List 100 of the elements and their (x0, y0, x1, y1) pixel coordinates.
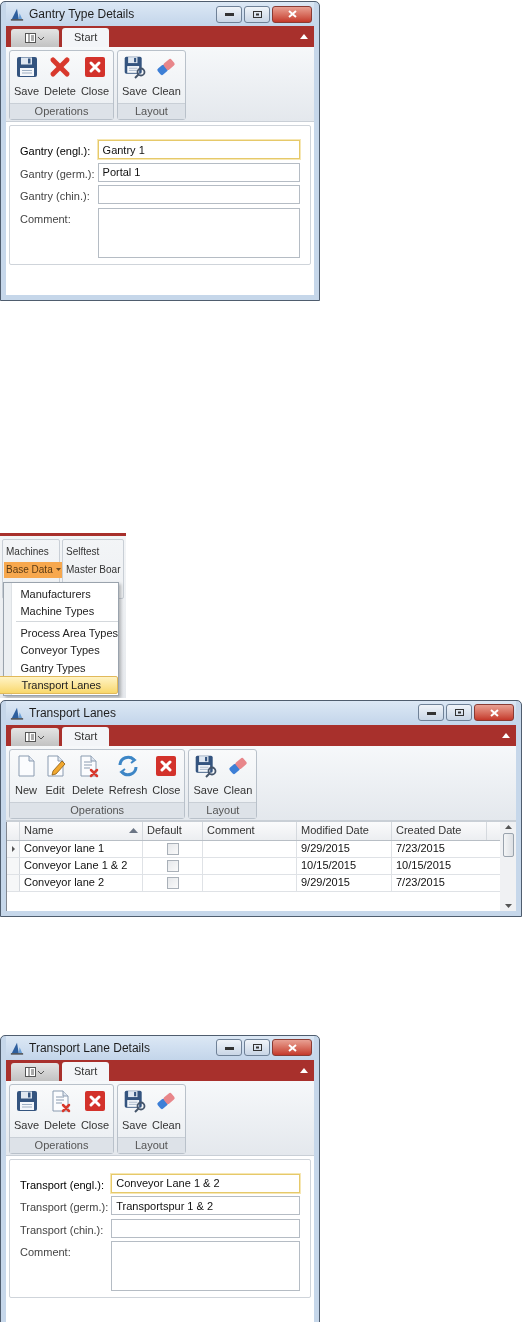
text-field[interactable]: Gantry 1 (97, 140, 300, 159)
field-label: Gantry (germ.): (20, 166, 95, 182)
new-button[interactable]: New (12, 753, 40, 802)
text-field[interactable]: Conveyor Lane 1 & 2 (111, 1173, 300, 1193)
window-title: Transport Lanes (29, 704, 116, 722)
comment-field[interactable] (111, 1241, 300, 1291)
field-label: Gantry (engl.): (20, 144, 92, 159)
delete-document-button[interactable]: Delete (70, 753, 106, 802)
table-cell-text: Conveyor Lane 1 & 2 (24, 858, 128, 874)
table-cell-text: 9/29/2015 (301, 875, 350, 891)
ribbon-tab[interactable]: Start (62, 28, 110, 47)
maximize-icon (454, 709, 464, 716)
close-button[interactable]: Close (150, 753, 183, 802)
field-label: Transport (engl.): (20, 1177, 105, 1193)
column-header[interactable]: Modified Date (297, 822, 369, 839)
edit-button[interactable]: Edit (41, 753, 69, 802)
layout-save-button[interactable]: Save (120, 55, 150, 103)
minimize-button[interactable] (216, 5, 242, 23)
text-field[interactable] (111, 1218, 300, 1238)
ribbon-tab[interactable]: Start (62, 726, 110, 746)
sort-arrow-icon (129, 828, 138, 833)
maximize-button[interactable] (446, 704, 472, 721)
minimize-icon (224, 1045, 234, 1050)
layout-save-button[interactable]: Save (191, 753, 221, 802)
clean-button[interactable]: Clean (221, 753, 255, 802)
floppy-disk-wrench-icon (194, 753, 218, 778)
clean-button[interactable]: Clean (150, 1088, 183, 1137)
group-label: Layout (206, 802, 240, 818)
menu-button[interactable]: Selftest (64, 543, 102, 560)
scroll-down-icon[interactable] (504, 903, 512, 908)
menu-button[interactable]: Machines (4, 543, 51, 560)
close-icon (82, 1088, 107, 1113)
close-button[interactable] (272, 1039, 312, 1056)
row-indicator-icon (11, 845, 15, 852)
maximize-button[interactable] (244, 1039, 270, 1056)
minimize-button[interactable] (418, 704, 444, 721)
text-field[interactable]: Transportspur 1 & 2 (111, 1196, 300, 1215)
refresh-button[interactable]: Refresh (106, 753, 150, 802)
menu-item[interactable]: Transport Lanes (0, 676, 118, 695)
checkbox[interactable] (166, 842, 179, 855)
menu-button[interactable]: Master Boar (64, 561, 123, 578)
save-button[interactable]: Save (12, 1088, 42, 1137)
close-icon (287, 1043, 297, 1052)
menu-item[interactable]: Conveyor Types (12, 641, 118, 660)
close-button[interactable]: Close (78, 55, 111, 103)
table-cell-text: Conveyor lane 2 (24, 875, 105, 891)
collapse-icon (300, 1067, 308, 1073)
app-menu-icon (25, 1066, 45, 1077)
field-label: Gantry (chin.): (20, 189, 91, 204)
menu-button[interactable]: Base Data (4, 561, 63, 578)
scroll-up-icon[interactable] (504, 824, 512, 829)
menu-item[interactable]: Machine Types (12, 602, 118, 621)
menu-item[interactable]: Manufacturers (12, 585, 118, 603)
maximize-icon (252, 10, 262, 18)
column-header[interactable]: Default (143, 822, 182, 839)
checkbox[interactable] (166, 876, 179, 889)
checkbox[interactable] (166, 859, 179, 872)
floppy-disk-wrench-icon (122, 55, 147, 79)
menu-item[interactable]: Process Area Types (12, 624, 118, 642)
close-button[interactable] (474, 704, 514, 721)
app-menu-tab[interactable] (11, 29, 59, 47)
app-menu-icon (25, 731, 45, 742)
save-button[interactable]: Save (12, 55, 42, 103)
close-icon (489, 708, 499, 717)
field-label: Comment: (20, 1245, 72, 1260)
delete-document-button[interactable]: Delete (42, 1088, 78, 1137)
scroll-thumb[interactable] (502, 832, 514, 857)
maximize-button[interactable] (244, 5, 270, 23)
text-field[interactable] (97, 185, 300, 204)
menu-item[interactable]: Gantry Types (12, 659, 118, 677)
table-cell-text: 10/15/2015 (301, 858, 357, 874)
table-cell-text: Conveyor lane 1 (24, 841, 105, 857)
app-menu-tab[interactable] (11, 1062, 59, 1081)
scrollbar[interactable] (500, 821, 516, 911)
collapse-icon (300, 34, 308, 39)
close-icon (82, 55, 107, 79)
caret-icon (55, 568, 61, 571)
table-cell-text: 10/15/2015 (396, 858, 452, 874)
text-field[interactable]: Portal 1 (97, 162, 300, 182)
app-menu-tab[interactable] (11, 727, 59, 746)
column-header[interactable]: Created Date (392, 822, 462, 839)
app-icon (10, 7, 24, 21)
minimize-button[interactable] (216, 1039, 242, 1056)
app-menu-icon (25, 33, 45, 43)
clean-button[interactable]: Clean (150, 55, 183, 103)
ribbon-tab[interactable]: Start (62, 1061, 110, 1081)
close-button[interactable]: Close (78, 1088, 111, 1137)
column-header[interactable]: Comment (203, 822, 255, 839)
column-header[interactable]: Name (20, 822, 54, 839)
delete-button[interactable]: Delete (42, 55, 78, 103)
field-label: Transport (germ.): (20, 1200, 109, 1215)
close-button[interactable] (272, 5, 312, 23)
field-label: Transport (chin.): (20, 1222, 105, 1238)
table-cell-text: 7/23/2015 (396, 875, 445, 891)
group-label: Layout (134, 104, 168, 120)
collapse-icon (502, 732, 510, 738)
comment-field[interactable] (97, 207, 300, 258)
group-label: Operations (70, 802, 125, 818)
layout-save-button[interactable]: Save (120, 1088, 150, 1137)
group-label: Operations (34, 104, 89, 120)
